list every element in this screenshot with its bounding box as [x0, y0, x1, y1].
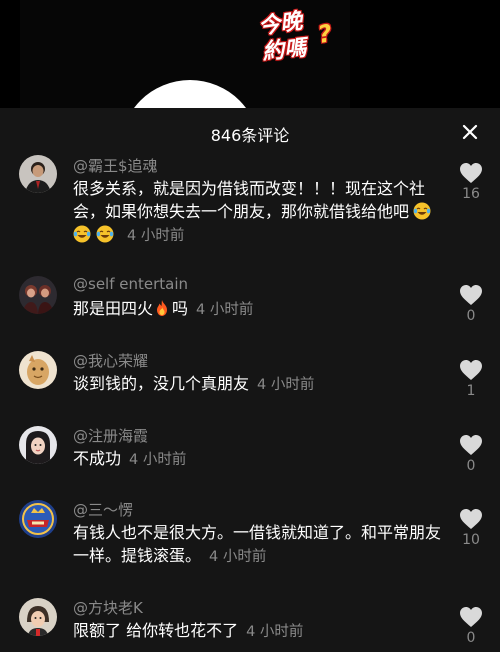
- avatar[interactable]: [19, 155, 57, 193]
- avatar[interactable]: [19, 276, 57, 314]
- comment-username[interactable]: @我心荣耀: [73, 350, 148, 371]
- laughing-crying-emoji: [96, 225, 119, 244]
- comment-text: 不成功 4 小时前: [73, 449, 187, 468]
- video-disc-shape: [120, 80, 260, 108]
- heart-icon: [460, 360, 482, 380]
- comment-time: 4 小时前: [129, 452, 187, 468]
- like-button[interactable]: 0: [452, 434, 490, 474]
- avatar[interactable]: [19, 351, 57, 389]
- laughing-crying-emoji: [413, 202, 436, 221]
- comment-time: 4 小时前: [196, 302, 254, 318]
- video-logo: 今晚 約嗎 ?: [256, 9, 335, 66]
- heart-icon: [460, 163, 482, 183]
- like-count: 0: [466, 308, 476, 324]
- like-button[interactable]: 0: [452, 606, 490, 646]
- comment-username[interactable]: @self entertain: [73, 275, 188, 293]
- comment-text: 限额了 给你转也花不了 4 小时前: [73, 621, 304, 640]
- like-button[interactable]: 16: [452, 162, 490, 202]
- comment-time: 4 小时前: [209, 549, 267, 565]
- comments-header: 846条评论: [0, 108, 500, 156]
- comment-item: @霸王$追魂 很多关系，就是因为借钱而改变！！！现在这个社会，如果你想失去一个朋…: [0, 155, 500, 258]
- avatar[interactable]: [19, 426, 57, 464]
- video-area[interactable]: 今晚 約嗎 ?: [0, 0, 500, 108]
- comment-text: 有钱人也不是很大方。一借钱就知道了。和平常朋友一样。提钱滚蛋。 4 小时前: [73, 523, 442, 565]
- like-count: 0: [466, 458, 476, 474]
- comment-item: @注册海霞 不成功 4 小时前 0: [0, 426, 500, 486]
- like-count: 0: [466, 630, 476, 646]
- comment-item: @三～愣 有钱人也不是很大方。一借钱就知道了。和平常朋友一样。提钱滚蛋。 4 小时…: [0, 500, 500, 580]
- comment-time: 4 小时前: [257, 377, 315, 393]
- comments-panel: 846条评论 @霸王$追魂 很多关系，就是因为借钱而改变！！！现在这个社会，如果…: [0, 108, 500, 652]
- comment-text: 那是田四火吗 4 小时前: [73, 299, 254, 318]
- heart-icon: [460, 435, 482, 455]
- avatar[interactable]: [19, 500, 57, 538]
- comment-time: 4 小时前: [127, 228, 185, 244]
- comment-time: 4 小时前: [246, 624, 304, 640]
- heart-icon: [460, 607, 482, 627]
- like-button[interactable]: 1: [452, 359, 490, 399]
- like-button[interactable]: 10: [452, 508, 490, 548]
- like-count: 1: [466, 383, 476, 399]
- comment-count-title: 846条评论: [210, 126, 290, 145]
- close-icon[interactable]: [460, 122, 480, 142]
- comment-item: @方块老K 限额了 给你转也花不了 4 小时前 0: [0, 598, 500, 652]
- comment-username[interactable]: @注册海霞: [73, 425, 148, 446]
- comment-text: 谈到钱的，没几个真朋友 4 小时前: [73, 374, 315, 393]
- comment-username[interactable]: @三～愣: [73, 499, 133, 520]
- like-button[interactable]: 0: [452, 284, 490, 324]
- comment-username[interactable]: @霸王$追魂: [73, 155, 158, 176]
- laughing-crying-emoji: [73, 225, 96, 244]
- comment-text: 很多关系，就是因为借钱而改变！！！现在这个社会，如果你想失去一个朋友，那你就借钱…: [73, 177, 445, 248]
- heart-icon: [460, 285, 482, 305]
- like-count: 10: [462, 532, 480, 548]
- comment-item: @我心荣耀 谈到钱的，没几个真朋友 4 小时前 1: [0, 351, 500, 411]
- heart-icon: [460, 509, 482, 529]
- comment-item: @self entertain 那是田四火吗 4 小时前 0: [0, 275, 500, 336]
- video-frame[interactable]: 今晚 約嗎 ?: [20, 0, 350, 108]
- avatar[interactable]: [19, 598, 57, 636]
- fire-emoji: [153, 299, 172, 318]
- comment-username[interactable]: @方块老K: [73, 597, 143, 618]
- like-count: 16: [462, 186, 480, 202]
